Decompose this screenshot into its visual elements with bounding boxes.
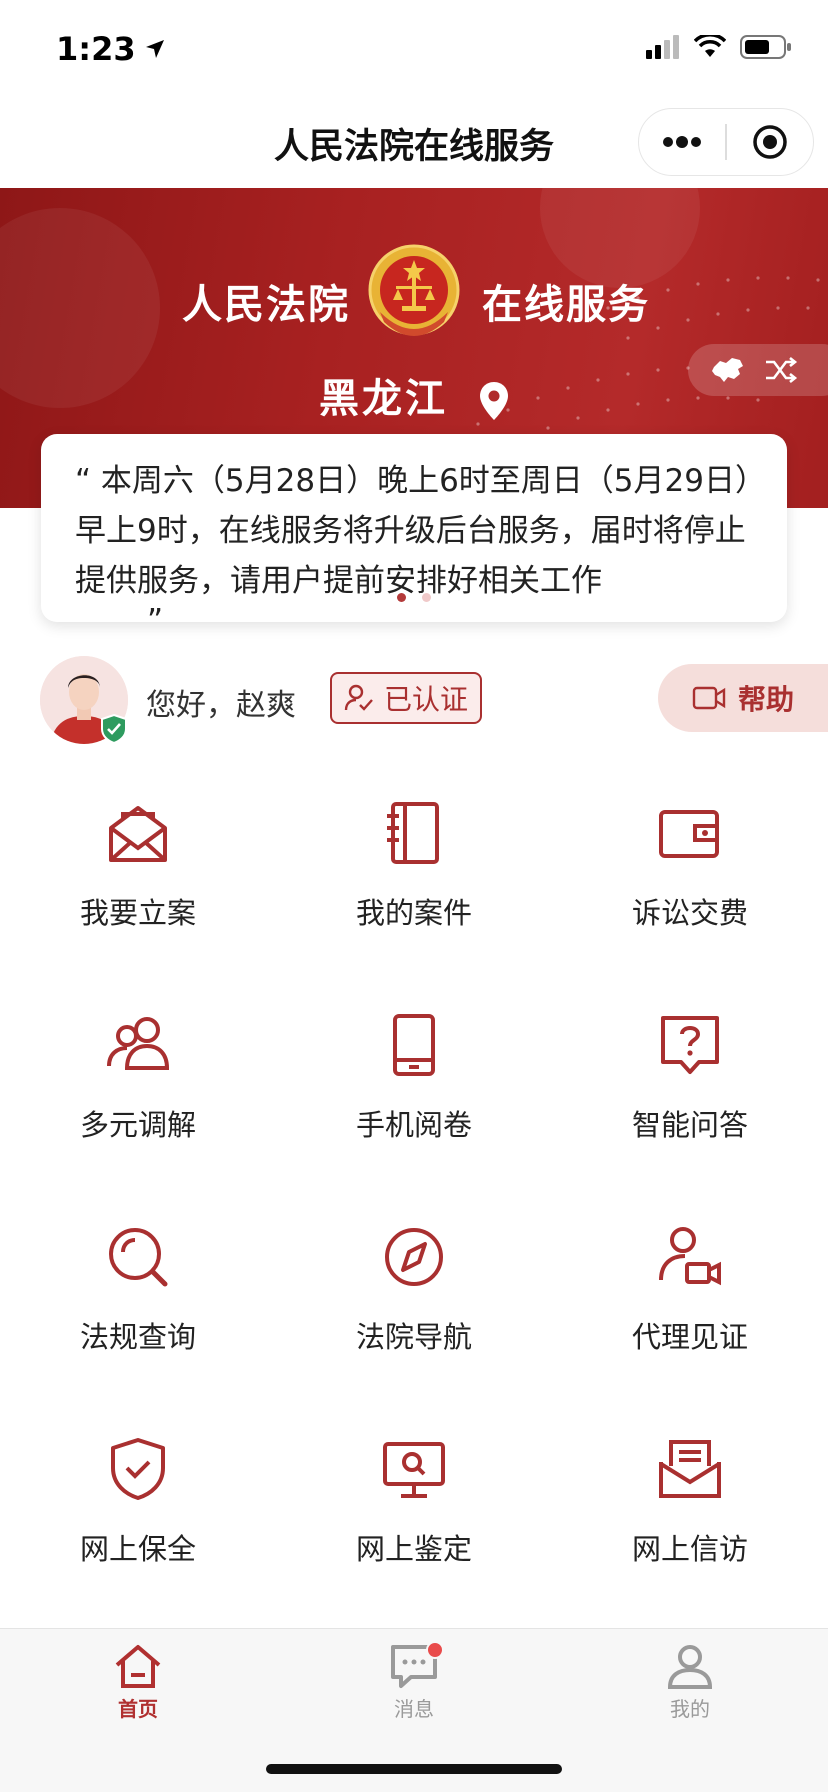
- user-video-icon: [659, 1227, 721, 1286]
- shield-check-icon: [111, 1438, 165, 1500]
- compass-icon: [385, 1228, 443, 1286]
- wifi-icon: [694, 35, 726, 57]
- service-label: 法院导航: [355, 1320, 472, 1354]
- service-label: 代理见证: [631, 1320, 748, 1354]
- shuffle-icon: [766, 356, 798, 384]
- service-row: 网上保全 网上鉴定 网上信访: [0, 1412, 828, 1624]
- service-label: 我要立案: [79, 896, 196, 930]
- service-mobile-review[interactable]: 手机阅卷: [276, 988, 552, 1200]
- tab-label: 首页: [118, 1697, 158, 1721]
- court-emblem-icon: [368, 244, 460, 336]
- notebook-icon: [387, 802, 439, 864]
- service-label: 诉讼交费: [631, 896, 748, 930]
- service-row: 我要立案 我的案件 诉讼交费: [0, 776, 828, 988]
- service-label: 法规查询: [79, 1320, 196, 1354]
- service-preservation[interactable]: 网上保全: [0, 1412, 276, 1624]
- hero-title-right: 在线服务: [482, 282, 650, 328]
- service-row: 多元调解 手机阅卷 智能问答: [0, 988, 828, 1200]
- status-indicators: [646, 34, 792, 60]
- search-icon: [109, 1228, 168, 1287]
- service-petition[interactable]: 网上信访: [552, 1412, 828, 1624]
- tab-label: 我的: [670, 1697, 710, 1721]
- envelope-open-icon: [109, 806, 167, 862]
- tab-home[interactable]: 首页: [0, 1629, 276, 1792]
- service-payment[interactable]: 诉讼交费: [552, 776, 828, 988]
- notice-card[interactable]: “ 本周六（5月28日）晚上6时至周日（5月29日）早上9时，在线服务将升级后台…: [41, 434, 787, 622]
- service-agent-witness[interactable]: 代理见证: [552, 1200, 828, 1412]
- user-row: 您好，赵爽 已认证 帮助: [0, 652, 828, 748]
- user-greeting: 您好，赵爽: [146, 688, 296, 723]
- china-map-icon: [712, 358, 743, 382]
- verified-shield-icon: [101, 714, 127, 744]
- region-switch-button[interactable]: [688, 344, 828, 396]
- cert-label: 已认证: [383, 683, 468, 716]
- monitor-search-icon: [383, 1442, 445, 1498]
- region-name: 黑龙江: [319, 376, 449, 422]
- location-arrow-icon: [145, 40, 164, 58]
- users-icon: [107, 1017, 170, 1070]
- target-close-icon: [753, 125, 787, 159]
- mini-program-capsule: [638, 108, 814, 176]
- tablet-icon: [393, 1014, 435, 1076]
- service-label: 智能问答: [631, 1108, 748, 1142]
- tab-label: 消息: [394, 1697, 434, 1721]
- pagination-dot-active[interactable]: [397, 593, 406, 602]
- service-regulations[interactable]: 法规查询: [0, 1200, 276, 1412]
- home-icon: [115, 1645, 161, 1688]
- help-button[interactable]: 帮助: [658, 664, 828, 732]
- unread-badge: [426, 1641, 444, 1659]
- service-smart-qa[interactable]: 智能问答: [552, 988, 828, 1200]
- battery-icon: [740, 35, 791, 59]
- service-grid: 我要立案 我的案件 诉讼交费 多元调解 手机阅卷 智能问答 法规查询 法院导航 …: [0, 776, 828, 1624]
- more-dots-icon: [663, 136, 702, 148]
- service-label: 手机阅卷: [355, 1108, 472, 1142]
- status-time: 1:23: [56, 30, 136, 68]
- mail-letter-icon: [659, 1440, 721, 1498]
- service-label: 网上鉴定: [355, 1532, 472, 1566]
- user-icon: [667, 1645, 713, 1689]
- service-court-navigation[interactable]: 法院导航: [276, 1200, 552, 1412]
- nav-bar: 人民法院在线服务: [0, 96, 828, 188]
- notice-text: “ 本周六（5月28日）晚上6时至周日（5月29日）早上9时，在线服务将升级后台…: [75, 463, 751, 599]
- cellular-signal-icon: [646, 35, 679, 59]
- service-mediation[interactable]: 多元调解: [0, 988, 276, 1200]
- notice-closing-quote: ”: [147, 603, 164, 623]
- home-indicator: [266, 1764, 562, 1774]
- service-label: 多元调解: [79, 1108, 196, 1142]
- service-label: 网上保全: [79, 1532, 196, 1566]
- service-row: 法规查询 法院导航 代理见证: [0, 1200, 828, 1412]
- video-camera-icon: [692, 686, 726, 710]
- service-appraisal[interactable]: 网上鉴定: [276, 1412, 552, 1624]
- pagination-dot[interactable]: [422, 593, 431, 602]
- verified-status-badge[interactable]: 已认证: [330, 672, 482, 724]
- wallet-icon: [659, 810, 719, 858]
- tab-profile[interactable]: 我的: [552, 1629, 828, 1792]
- hero-title-left: 人民法院: [182, 282, 350, 328]
- service-label: 网上信访: [631, 1532, 748, 1566]
- location-pin-icon: [479, 382, 508, 420]
- service-my-cases[interactable]: 我的案件: [276, 776, 552, 988]
- user-check-icon: [344, 684, 373, 711]
- question-bubble-icon: [661, 1016, 719, 1074]
- close-mini-program-button[interactable]: [727, 109, 813, 175]
- status-bar: 1:23: [0, 0, 828, 96]
- service-file-case[interactable]: 我要立案: [0, 776, 276, 988]
- service-label: 我的案件: [355, 896, 472, 930]
- status-time-group: 1:23: [56, 30, 166, 68]
- notice-pagination: [41, 593, 787, 602]
- more-button[interactable]: [639, 109, 725, 175]
- help-label: 帮助: [738, 683, 795, 716]
